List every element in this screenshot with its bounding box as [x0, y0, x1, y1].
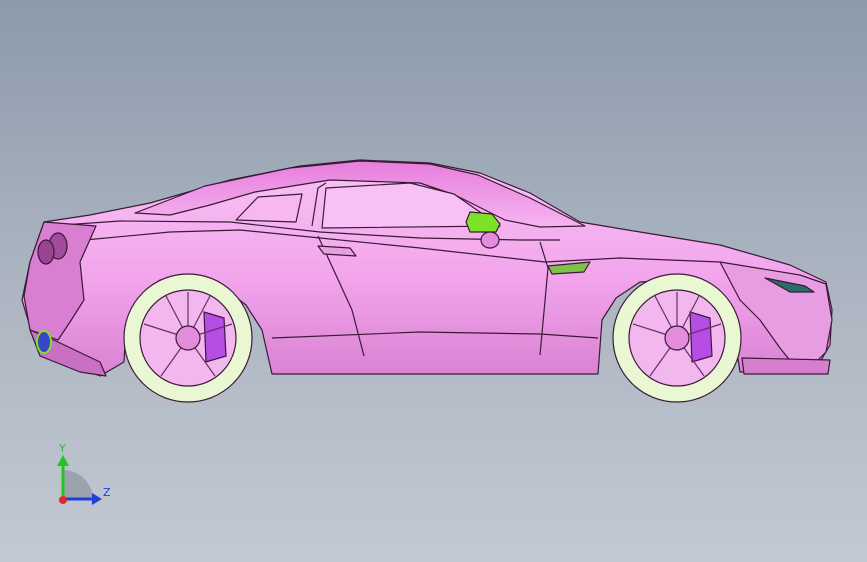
triad-z-label: Z — [103, 486, 111, 499]
rear-brake-caliper[interactable] — [203, 311, 227, 363]
mirror-base — [480, 231, 500, 249]
taillight-lower[interactable] — [37, 239, 55, 265]
triad-x-axis — [59, 496, 67, 504]
front-splitter — [741, 357, 831, 375]
coordinate-triad[interactable] — [57, 455, 102, 505]
front-wheel[interactable] — [612, 273, 742, 403]
rear-hub — [175, 325, 201, 351]
front-hub — [664, 325, 690, 351]
triad-y-arrow — [57, 455, 69, 466]
rear-wheel[interactable] — [123, 273, 253, 403]
triad-plane-quadrant — [63, 470, 93, 500]
exhaust-tip[interactable] — [36, 330, 52, 354]
triad-z-arrow — [92, 493, 102, 505]
triad-y-label: Y — [59, 442, 66, 455]
door-handle[interactable] — [317, 245, 357, 257]
front-brake-caliper[interactable] — [689, 311, 713, 363]
graphics-viewport[interactable] — [0, 0, 867, 562]
